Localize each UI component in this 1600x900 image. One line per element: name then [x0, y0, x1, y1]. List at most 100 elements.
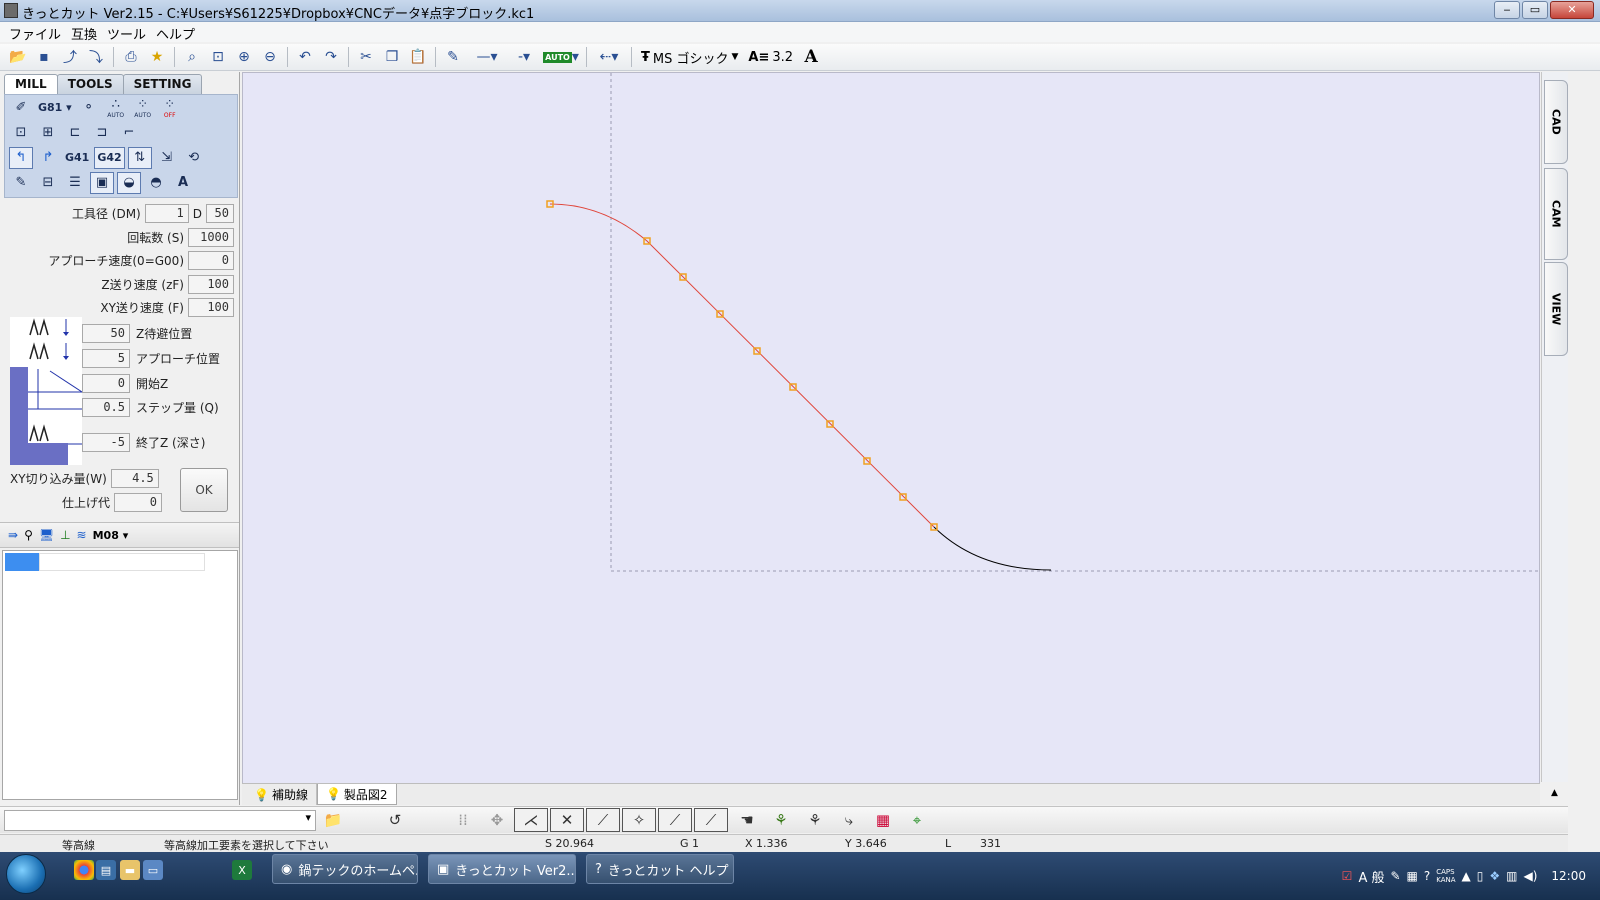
tab-view[interactable]: VIEW [1544, 262, 1568, 356]
zoom-window-icon[interactable]: ⌕ [180, 46, 204, 68]
pen-icon[interactable]: ✎ [441, 46, 465, 68]
profile-icon[interactable]: ⊟ [36, 172, 60, 194]
selected-path[interactable] [549, 203, 935, 528]
step-field[interactable]: 0.5 [82, 397, 130, 417]
drill-icon[interactable]: ✐ [9, 97, 33, 119]
cw-arrow-icon[interactable]: ↱ [36, 147, 60, 169]
probe-icon[interactable]: ⚲ [24, 528, 33, 542]
taskbar-item-browser[interactable]: ◉ 鍋テックのホームペ... [272, 854, 418, 884]
frame-icon[interactable]: ▣ [90, 171, 114, 194]
grid-icon[interactable]: ⁞⁞ [446, 808, 480, 832]
color-icon[interactable]: ▦ [866, 808, 900, 832]
paste-icon[interactable]: 📋 [406, 46, 430, 68]
g41-button[interactable]: G41 [63, 147, 91, 169]
command-combo[interactable]: ▾ [4, 809, 316, 831]
snap-midpoint-icon[interactable]: ⟋ [658, 808, 692, 832]
snap-tangent-icon[interactable]: ⟋ [694, 808, 728, 832]
desktop-icon[interactable]: ▭ [143, 860, 163, 880]
cursor-icon[interactable]: ⌖ [900, 808, 934, 832]
list-item-selected[interactable] [5, 553, 39, 571]
save-icon[interactable]: ▪ [32, 46, 56, 68]
open-icon[interactable]: 📂 [6, 46, 30, 68]
tab-setting[interactable]: SETTING [122, 74, 203, 94]
pointer-icon[interactable]: ☚ [730, 808, 764, 832]
tab-product-drawing[interactable]: 💡 製品図2 [316, 784, 397, 805]
taskbar-item-help[interactable]: ? きっとカット ヘルプ [586, 854, 734, 884]
unselected-path[interactable] [933, 526, 1052, 571]
network-icon[interactable]: ▥ [1506, 869, 1517, 883]
tab-cad[interactable]: CAD [1544, 80, 1568, 164]
auto-dropdown[interactable]: AUTO ▾ [541, 46, 581, 68]
font-size-field[interactable]: A≡ 3.2 [744, 50, 797, 65]
coolant-dropdown[interactable]: M08 ▾ [93, 529, 129, 542]
corner-icon[interactable]: ⌐ [117, 122, 141, 144]
tab-aux-lines[interactable]: 💡 補助線 [246, 784, 317, 805]
scroll-up-icon[interactable]: ▲ [1541, 782, 1568, 804]
xy-cut-field[interactable]: 4.5 [110, 468, 159, 488]
snap-endpoint-icon[interactable]: ⋌ [514, 808, 548, 832]
text-style-icon[interactable]: A [799, 46, 823, 68]
undo-icon[interactable]: ↶ [293, 46, 317, 68]
help-icon[interactable]: ? [1424, 869, 1430, 883]
folder-icon[interactable]: 📁 [316, 808, 350, 832]
taskbar-item-kittocut[interactable]: ▣ きっとカット Ver2.... [428, 854, 576, 884]
tray-expand-icon[interactable]: ▲ [1462, 869, 1471, 883]
ime-tools-icon[interactable]: ✎ [1390, 869, 1400, 883]
ccw-arrow-icon[interactable]: ↰ [9, 146, 33, 169]
end-z-field[interactable]: -5 [82, 432, 130, 452]
points-off-icon[interactable]: ⁘ OFF [158, 97, 182, 119]
redo-icon[interactable]: ↷ [319, 46, 343, 68]
dropbox-icon[interactable]: ❖ [1489, 869, 1500, 883]
drawing-canvas[interactable] [242, 72, 1541, 784]
tab-cam[interactable]: CAM [1544, 168, 1568, 260]
snap-point-icon[interactable]: ✥ [480, 808, 514, 832]
snap-center-icon[interactable]: ✧ [622, 808, 656, 832]
start-button[interactable] [6, 854, 46, 894]
dictionary-icon[interactable]: ▦ [1407, 869, 1418, 883]
z-wait-field[interactable]: 50 [82, 323, 130, 343]
tab-tools[interactable]: TOOLS [56, 74, 124, 94]
folder-icon[interactable]: ▬ [120, 860, 140, 880]
explorer-icon[interactable]: ▤ [96, 860, 116, 880]
maximize-button[interactable]: ▭ [1522, 1, 1548, 19]
approach-pos-field[interactable]: 5 [82, 348, 130, 368]
tool-dia-field[interactable]: 1 [144, 204, 189, 224]
auto-grid-icon[interactable]: ⁘ AUTO [131, 97, 155, 119]
ramp-icon[interactable]: ⇲ [155, 147, 179, 169]
start-z-field[interactable]: 0 [82, 373, 130, 393]
text-engrave-icon[interactable]: A [171, 172, 195, 194]
menu-compat[interactable]: 互換 [66, 22, 102, 43]
ball-end-icon[interactable]: ◒ [117, 171, 141, 194]
line-weight-dropdown[interactable]: -▾ [509, 46, 539, 68]
select-chain-icon[interactable]: ⚘ [764, 808, 798, 832]
close-button[interactable]: ✕ [1550, 1, 1594, 19]
print-icon[interactable]: ⎙ [119, 46, 143, 68]
copy-icon[interactable]: ❐ [380, 46, 404, 68]
antivirus-icon[interactable]: ☑ [1342, 869, 1353, 883]
point-pick-icon[interactable]: ⚬ [77, 97, 101, 119]
refresh-icon[interactable]: ↺ [378, 808, 412, 832]
pocket-icon[interactable]: ⊡ [9, 122, 33, 144]
axis-icon[interactable]: ⊥ [60, 528, 70, 542]
snap-intersect-icon[interactable]: ✕ [550, 808, 584, 832]
zoom-out-icon[interactable]: ⊖ [258, 46, 282, 68]
menu-tools[interactable]: ツール [102, 22, 151, 43]
coolant-icon[interactable]: ≋ [77, 528, 87, 542]
star-icon[interactable]: ★ [145, 46, 169, 68]
menu-file[interactable]: ファイル [4, 22, 66, 43]
z-feed-field[interactable]: 100 [188, 274, 234, 294]
contour-icon[interactable]: ⊞ [36, 122, 60, 144]
chrome-icon[interactable] [74, 860, 94, 880]
list-item[interactable] [39, 553, 205, 571]
zoom-all-icon[interactable]: ⊡ [206, 46, 230, 68]
finish-field[interactable]: 0 [114, 492, 163, 512]
d-field[interactable]: 50 [206, 204, 234, 224]
line-style-dropdown[interactable]: —▾ [467, 46, 507, 68]
xy-feed-field[interactable]: 100 [188, 298, 234, 318]
zoom-in-icon[interactable]: ⊕ [232, 46, 256, 68]
export-icon[interactable]: ⤴ [58, 46, 82, 68]
g42-button[interactable]: G42 [94, 146, 125, 169]
tab-mill[interactable]: MILL [4, 74, 58, 94]
monitor-icon[interactable]: 🖥 [39, 528, 54, 542]
import-icon[interactable]: ⤵ [84, 46, 108, 68]
